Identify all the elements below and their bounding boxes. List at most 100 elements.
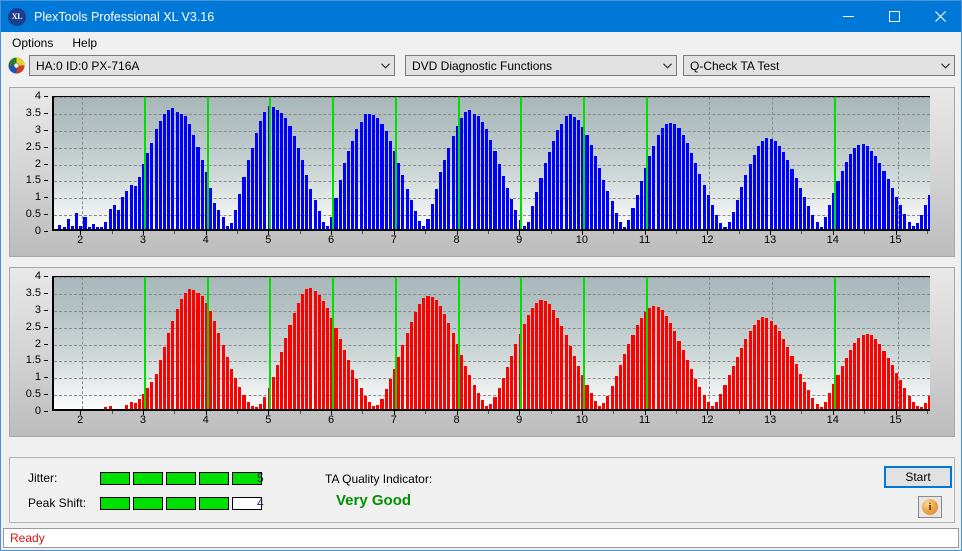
bar [192,134,196,229]
bar [681,349,685,409]
bar [150,142,154,229]
bar [200,295,204,409]
y-axis-bottom: 0 0.5 1 1.5 2 2.5 3 3.5 4 [10,271,48,417]
bar [447,322,451,409]
close-icon[interactable] [917,1,961,32]
chevron-down-icon [659,62,676,69]
bar [685,142,689,229]
bar [899,205,903,229]
y-tick [44,377,48,379]
function-select[interactable]: DVD Diagnostic Functions [405,55,677,76]
bar [882,170,886,229]
y-tick-label: 1 [34,371,41,384]
plextools-window: XL PlexTools Professional XL V3.16 Optio… [0,0,962,551]
bar [288,325,292,409]
x-tick-label: 7 [390,414,397,426]
bar [748,331,752,409]
bar [589,392,593,409]
bar [313,200,317,229]
bar [158,360,162,409]
bar [568,345,572,409]
x-tick-label: 13 [763,414,777,426]
bar [836,181,840,229]
gridline-horizontal [54,97,930,98]
bar [690,153,694,229]
bar [907,221,911,229]
bar [606,191,610,229]
maximize-icon[interactable] [871,1,917,32]
bar [802,196,807,229]
bar [614,375,618,409]
bar [347,360,351,409]
bar [518,334,522,409]
bar [581,375,585,409]
bar [401,344,405,409]
bar [786,346,790,409]
y-tick-label: 2.5 [25,320,41,333]
bar [405,188,409,229]
bar [137,176,141,229]
bar [585,384,589,409]
x-tick-label: 9 [516,234,523,246]
bar [702,185,706,229]
bar [188,289,192,409]
bar [731,365,735,409]
window-controls [825,1,961,32]
bar [535,191,539,229]
meter-segment [166,472,196,485]
info-button[interactable]: i [918,496,942,518]
y-tick [44,276,48,277]
bar [731,212,735,229]
bar [439,171,443,229]
bar [652,306,656,409]
bar [564,335,568,409]
bar [723,227,727,229]
bar [510,355,514,409]
bar [489,139,493,229]
bar [393,368,397,409]
bar [752,324,756,409]
bar [338,338,342,409]
start-button[interactable]: Start [884,466,952,488]
bar [685,360,689,409]
bar [413,311,418,409]
menu-item-options[interactable]: Options [4,34,61,52]
x-tick-label: 12 [701,414,714,426]
bar [167,110,171,229]
bar [91,224,95,229]
bar [342,349,346,409]
bar [167,333,171,409]
drive-select[interactable]: HA:0 ID:0 PX-716A [29,55,395,76]
bar [468,110,472,229]
bar [819,407,823,409]
gridline-horizontal [54,277,930,278]
bar [175,309,179,409]
bar [698,387,702,409]
bar [853,148,857,229]
bar [911,401,915,409]
menu-item-help[interactable]: Help [64,34,105,52]
x-tick-label: 4 [202,414,209,426]
y-tick-label: 0.5 [25,208,41,221]
bar [740,347,744,409]
meter-segment [100,497,130,510]
chevron-down-icon [377,62,394,69]
bar [531,206,535,229]
bar [321,301,325,409]
bar [744,175,748,229]
bar [535,302,539,409]
bar [556,130,560,229]
bar [869,335,873,409]
bar [715,214,719,229]
bar [505,366,510,409]
bar [96,226,100,229]
bar [677,340,681,409]
function-select-value: DVD Diagnostic Functions [412,58,553,73]
bar [267,105,271,229]
bar [125,404,129,409]
bar [526,315,530,409]
menu-bar: Options Help [1,32,961,53]
bar [225,356,229,409]
minimize-icon[interactable] [825,1,871,32]
test-select[interactable]: Q-Check TA Test [683,55,955,76]
